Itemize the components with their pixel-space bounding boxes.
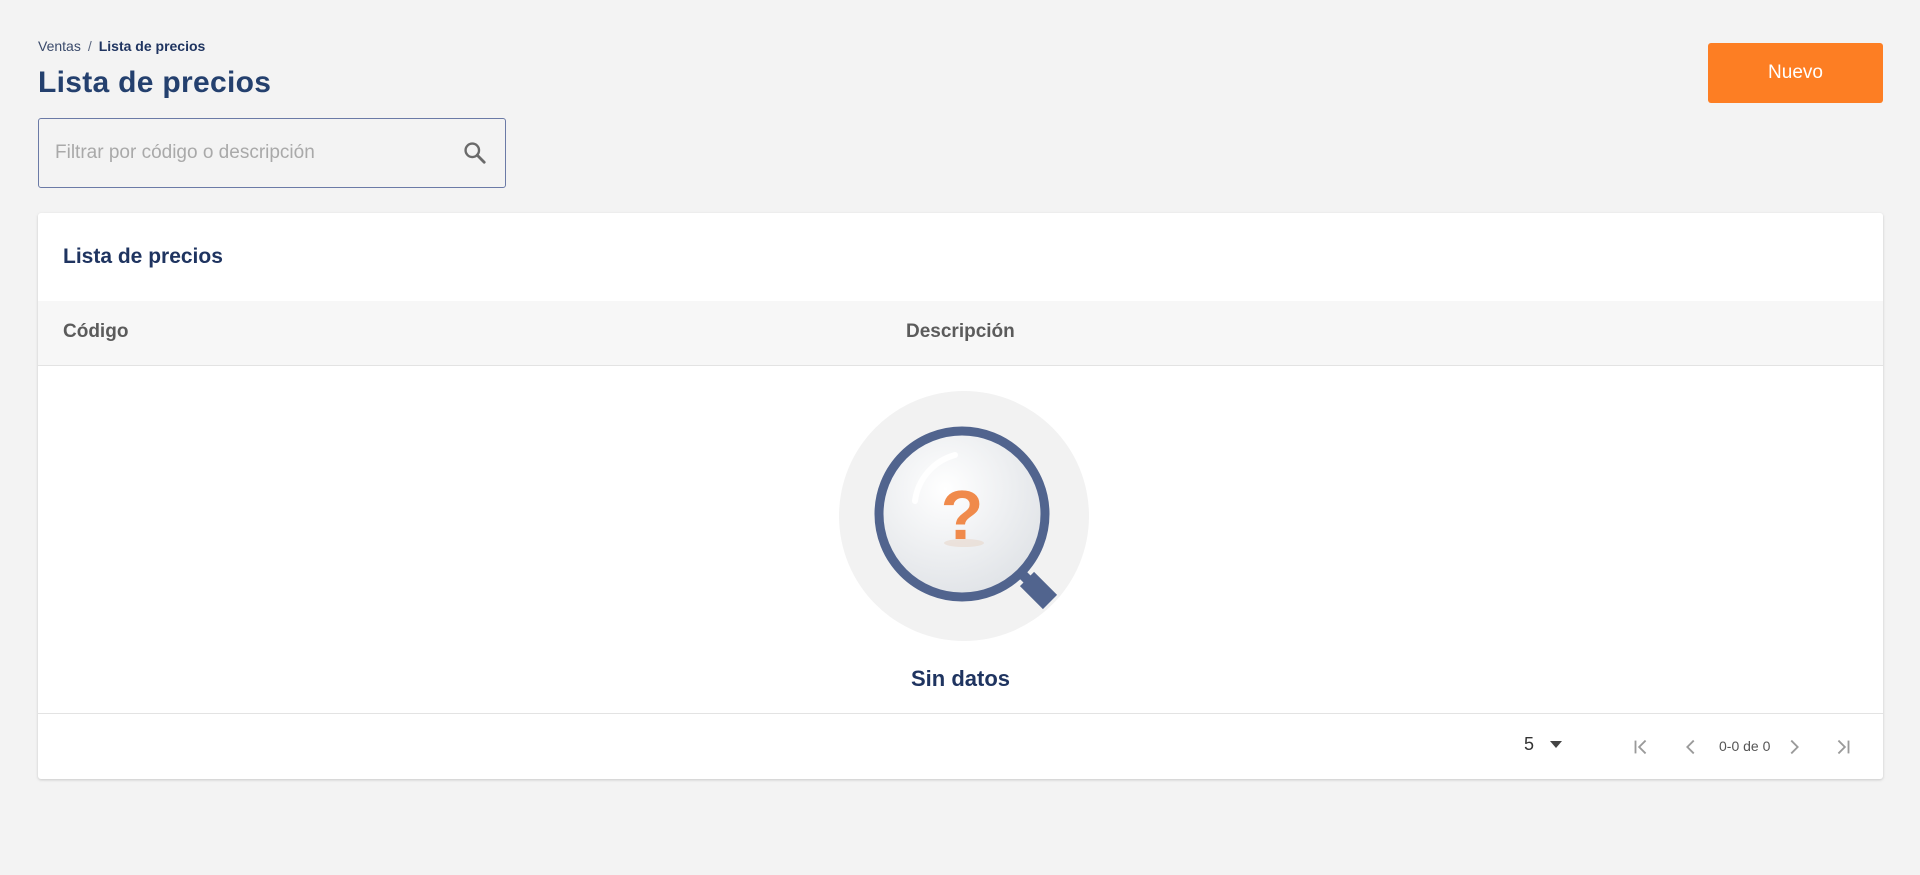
prev-page-icon[interactable] bbox=[1676, 732, 1706, 762]
search-input[interactable] bbox=[55, 142, 461, 164]
card-title: Lista de precios bbox=[63, 245, 223, 268]
page-size-select[interactable]: 5 bbox=[1524, 734, 1563, 755]
page-title: Lista de precios bbox=[38, 66, 272, 99]
column-header-code[interactable]: Código bbox=[63, 321, 128, 343]
breadcrumb: Ventas / Lista de precios bbox=[38, 38, 205, 54]
page-size-value: 5 bbox=[1524, 734, 1535, 754]
magnifier-question-icon: ? bbox=[837, 389, 1092, 644]
column-header-description[interactable]: Descripción bbox=[906, 321, 1015, 343]
empty-state-text: Sin datos bbox=[910, 666, 1010, 691]
first-page-icon[interactable] bbox=[1626, 732, 1656, 762]
last-page-icon[interactable] bbox=[1828, 732, 1858, 762]
table-footer: 5 0-0 de 0 bbox=[38, 713, 1883, 779]
dropdown-caret-icon bbox=[1550, 741, 1563, 748]
search-box bbox=[38, 118, 506, 188]
price-list-card: Lista de precios Código Descripción ? Si… bbox=[38, 213, 1883, 779]
breadcrumb-parent[interactable]: Ventas bbox=[38, 38, 81, 54]
table-header: Código Descripción bbox=[38, 301, 1883, 366]
breadcrumb-separator: / bbox=[87, 38, 92, 54]
next-page-icon[interactable] bbox=[1779, 732, 1809, 762]
breadcrumb-current: Lista de precios bbox=[98, 38, 206, 54]
svg-text:?: ? bbox=[941, 476, 984, 554]
search-icon[interactable] bbox=[461, 139, 489, 167]
new-button[interactable]: Nuevo bbox=[1708, 43, 1883, 103]
page-range: 0-0 de 0 bbox=[1719, 738, 1771, 754]
